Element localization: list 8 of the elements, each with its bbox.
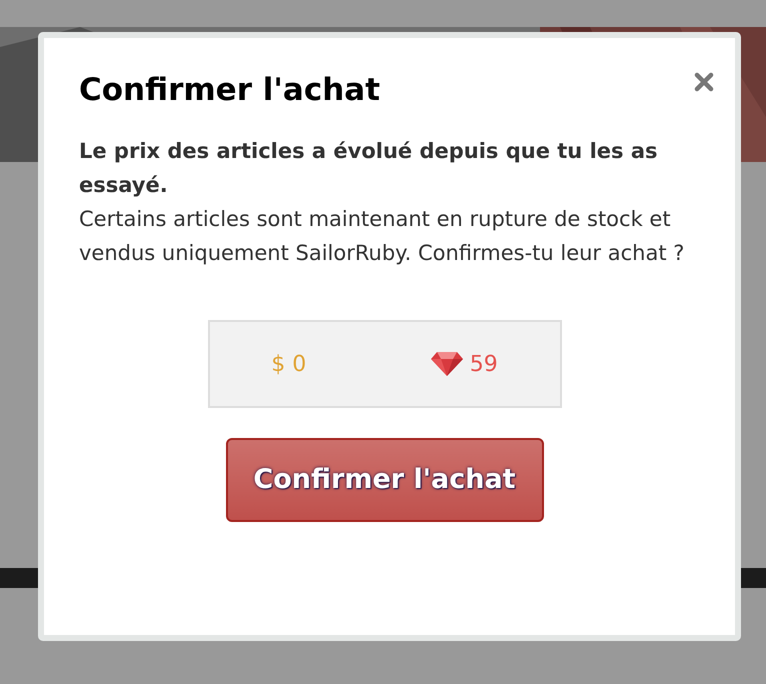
- ruby-amount: 59: [470, 350, 498, 378]
- dollar-amount: $ 0: [271, 350, 306, 378]
- close-icon[interactable]: [694, 72, 714, 92]
- dialog-message: Certains articles sont maintenant en rupture de stock et vendus uniquement SailorRuby. Confirmes-tu leur achat ?: [79, 206, 686, 267]
- gem-icon: [430, 351, 464, 377]
- dialog-title: Confirmer l'achat: [79, 71, 380, 110]
- confirm-button[interactable]: Confirmer l'achat: [226, 438, 544, 522]
- price-notice: Le prix des articles a évolué depuis que tu les as essayé.: [79, 138, 658, 199]
